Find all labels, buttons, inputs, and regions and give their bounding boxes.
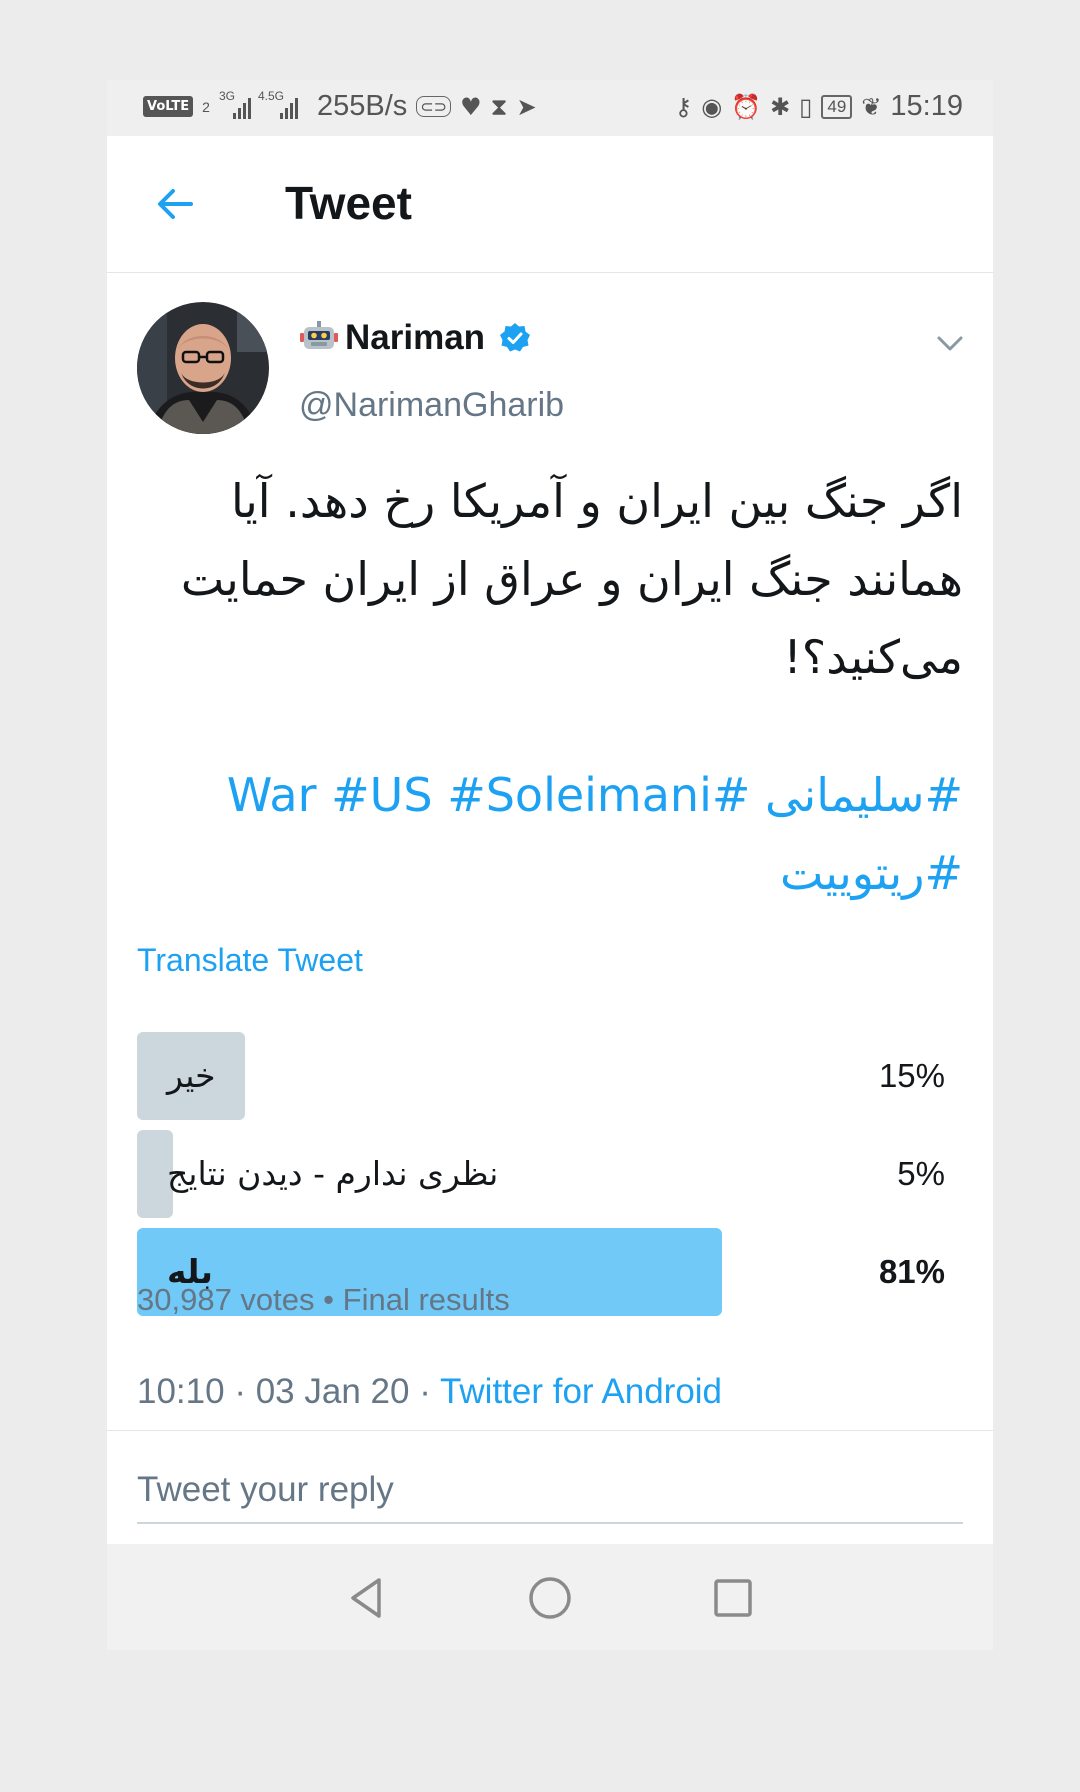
poll-option-label: نظری ندارم - دیدن نتایج bbox=[167, 1154, 499, 1193]
reply-input[interactable] bbox=[137, 1458, 963, 1524]
page-title: Tweet bbox=[285, 177, 412, 229]
poll-meta-separator: • bbox=[323, 1282, 335, 1317]
clock: 15:19 bbox=[890, 90, 963, 122]
key-icon: ⚷ bbox=[674, 92, 693, 121]
hashtag-link[interactable]: #ریتوییت bbox=[780, 846, 963, 900]
network-3g-label: 3G bbox=[218, 88, 235, 103]
tweet-source-link[interactable]: Twitter for Android bbox=[440, 1372, 722, 1411]
poll-option-percent: 15% bbox=[878, 1057, 945, 1094]
poll-option-label: خیر bbox=[167, 1056, 216, 1095]
tweet-menu-button[interactable] bbox=[933, 326, 967, 360]
tweet-text-line: اگر جنگ بین ایران و آمریکا رخ دهد. آیا bbox=[230, 474, 963, 528]
network-45g-label: 4.5G bbox=[257, 88, 284, 103]
circle-home-icon bbox=[529, 1577, 571, 1619]
status-bar-right: ⚷ ◉ ⏰ ✱ ▯ 49 ❦ 15:19 bbox=[675, 90, 963, 123]
tweet-screen: Tweet Nariman @NarimanGharib اگر جنگ بین… bbox=[107, 136, 993, 1544]
robot-icon bbox=[300, 321, 338, 349]
bluetooth-icon: ✱ bbox=[770, 92, 791, 121]
tweet-date: 03 Jan 20 bbox=[255, 1372, 410, 1411]
poll-status: Final results bbox=[342, 1282, 510, 1317]
poll-option-percent: 5% bbox=[897, 1155, 945, 1192]
hashtag-link[interactable]: #سلیمانی bbox=[765, 768, 963, 822]
tweet-timestamp: 10:10 · 03 Jan 20 · Twitter for Android bbox=[137, 1372, 722, 1412]
author-handle[interactable]: @NarimanGharib bbox=[299, 386, 564, 425]
phone-screen: VoLTE 2 3G 4.5G 255B/s ⊂⊃ ♥ ⧗ ➤ ⚷ ◉ ⏰ ✱ … bbox=[107, 80, 993, 1650]
author-name: Nariman bbox=[345, 318, 486, 357]
telegram-icon: ➤ bbox=[516, 92, 537, 121]
back-button[interactable] bbox=[151, 180, 199, 228]
hashtag-link[interactable]: #Soleimani bbox=[447, 768, 712, 822]
vibrate-icon: ▯ bbox=[799, 92, 813, 121]
chevron-down-icon bbox=[937, 336, 963, 351]
app-header: Tweet bbox=[107, 136, 993, 273]
nav-back-button[interactable] bbox=[343, 1574, 391, 1622]
network-speed: 255B/s bbox=[316, 90, 408, 122]
volte-indicator: VoLTE bbox=[143, 96, 194, 117]
tweet-time: 10:10 bbox=[137, 1372, 225, 1411]
tweet-text-line: می‌کنید؟! bbox=[783, 630, 963, 684]
hourglass-icon: ⧗ bbox=[490, 92, 508, 121]
signal-45g-icon: 4.5G bbox=[258, 89, 298, 119]
status-bar-left: VoLTE 2 3G 4.5G 255B/s ⊂⊃ ♥ ⧗ ➤ bbox=[143, 89, 537, 123]
tweet-text: اگر جنگ بین ایران و آمریکا رخ دهد. آیا ه… bbox=[137, 462, 963, 696]
leaf-icon: ❦ bbox=[861, 92, 882, 121]
hashtag-link[interactable]: #US bbox=[331, 768, 432, 822]
hd-icon: ⊂⊃ bbox=[416, 96, 452, 117]
poll-option: نظری ندارم - دیدن نتایج 5% bbox=[137, 1130, 945, 1218]
eye-icon: ◉ bbox=[701, 92, 723, 121]
sim-indicator: 2 bbox=[202, 98, 210, 115]
verified-badge-icon bbox=[500, 323, 531, 352]
signal-3g-icon: 3G bbox=[219, 89, 251, 119]
alarm-icon: ⏰ bbox=[731, 92, 762, 121]
hashtags: #سلیمانی #War #US #Soleimani #ریتوییت bbox=[137, 756, 963, 912]
timestamp-separator: · bbox=[419, 1372, 431, 1411]
avatar[interactable] bbox=[137, 302, 269, 434]
battery-level: 49 bbox=[821, 94, 853, 119]
heart-rate-icon: ♥ bbox=[460, 92, 482, 121]
status-bar: VoLTE 2 3G 4.5G 255B/s ⊂⊃ ♥ ⧗ ➤ ⚷ ◉ ⏰ ✱ … bbox=[107, 80, 993, 136]
avatar-image bbox=[137, 302, 269, 434]
poll-meta: 30,987 votes • Final results bbox=[137, 1282, 510, 1318]
author-row[interactable]: Nariman bbox=[299, 318, 531, 358]
nav-home-button[interactable] bbox=[526, 1574, 574, 1622]
tweet-text-line: همانند جنگ ایران و عراق از ایران حمایت bbox=[180, 552, 963, 606]
timestamp-separator: · bbox=[234, 1372, 246, 1411]
poll-option: خیر 15% bbox=[137, 1032, 945, 1120]
translate-tweet-link[interactable]: Translate Tweet bbox=[137, 942, 363, 979]
triangle-back-icon bbox=[351, 1578, 381, 1618]
divider bbox=[107, 1430, 993, 1431]
nav-recents-button[interactable] bbox=[709, 1574, 757, 1622]
square-recents-icon bbox=[714, 1579, 752, 1617]
poll-vote-count: 30,987 votes bbox=[137, 1282, 315, 1317]
android-nav-bar bbox=[107, 1544, 993, 1650]
arrow-left-icon bbox=[158, 189, 193, 219]
poll-option-percent: 81% bbox=[878, 1253, 945, 1290]
